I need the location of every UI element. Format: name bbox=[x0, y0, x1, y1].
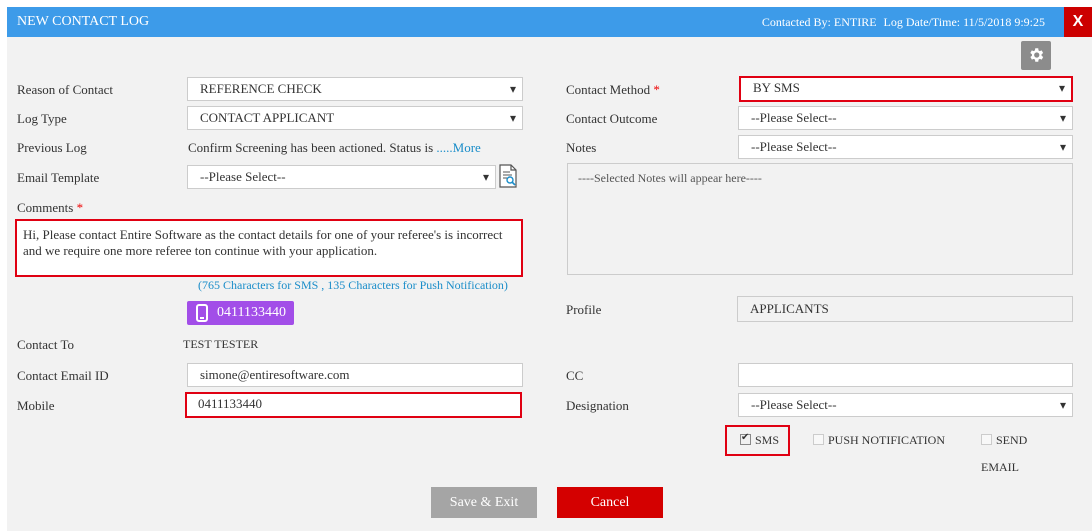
dialog-meta: Contacted By: ENTIRE Log Date/Time: 11/5… bbox=[758, 15, 1045, 30]
contact-method-label: Contact Method * bbox=[566, 82, 660, 98]
send-checkbox-label: SEND bbox=[996, 433, 1028, 447]
logtype-label: Log Type bbox=[17, 111, 67, 126]
previous-log-value: Confirm Screening has been actioned. Sta… bbox=[188, 140, 481, 156]
send-email-checkbox[interactable]: SEND bbox=[981, 433, 1027, 448]
cancel-button[interactable]: Cancel bbox=[557, 487, 663, 518]
char-count-info: (765 Characters for SMS , 135 Characters… bbox=[198, 278, 508, 292]
contact-to-label: Contact To bbox=[17, 337, 74, 352]
designation-label: Designation bbox=[566, 398, 629, 413]
phone-number-button[interactable]: 0411133440 bbox=[187, 301, 294, 325]
phone-number-text: 0411133440 bbox=[217, 305, 286, 320]
checkbox-icon bbox=[981, 434, 992, 445]
contact-outcome-label: Contact Outcome bbox=[566, 111, 658, 126]
push-notification-checkbox[interactable]: PUSH NOTIFICATION bbox=[813, 433, 945, 448]
required-marker: * bbox=[653, 82, 660, 97]
notes-label: Notes bbox=[566, 140, 597, 155]
dialog-titlebar: NEW CONTACT LOG Contacted By: ENTIRE Log… bbox=[7, 7, 1092, 37]
cc-label: CC bbox=[566, 368, 584, 383]
contact-email-label: Contact Email ID bbox=[17, 368, 109, 383]
contacted-by-text: Contacted By: ENTIRE bbox=[761, 15, 877, 29]
send-email-checkbox-label-2: EMAIL bbox=[981, 460, 1019, 474]
previous-log-label: Previous Log bbox=[17, 140, 87, 155]
notes-select[interactable]: --Please Select-- bbox=[738, 135, 1073, 159]
mobile-input[interactable]: 0411133440 bbox=[185, 392, 522, 418]
previous-log-more-link[interactable]: .....More bbox=[436, 140, 480, 155]
contact-method-select[interactable]: BY SMS bbox=[739, 76, 1073, 102]
cc-input[interactable] bbox=[738, 363, 1073, 387]
checkbox-icon bbox=[740, 432, 751, 445]
comments-textarea[interactable]: Hi, Please contact Entire Software as th… bbox=[15, 219, 523, 277]
selected-notes-area: ----Selected Notes will appear here---- bbox=[567, 163, 1073, 275]
close-icon: X bbox=[1072, 13, 1084, 30]
reason-select[interactable]: REFERENCE CHECK bbox=[187, 77, 523, 101]
email-template-select[interactable]: --Please Select-- bbox=[187, 165, 496, 189]
checkbox-icon bbox=[813, 434, 824, 445]
contact-email-input[interactable]: simone@entiresoftware.com bbox=[187, 363, 523, 387]
log-datetime-text: Log Date/Time: 11/5/2018 9:9:25 bbox=[883, 15, 1045, 29]
contact-method-label-text: Contact Method bbox=[566, 82, 651, 97]
settings-button[interactable] bbox=[1021, 41, 1051, 70]
profile-label: Profile bbox=[566, 302, 602, 317]
sms-checkbox-label: SMS bbox=[755, 433, 780, 447]
dialog-title: NEW CONTACT LOG bbox=[17, 14, 150, 29]
mobile-label: Mobile bbox=[17, 398, 55, 413]
gear-icon bbox=[1030, 48, 1044, 62]
comments-label-text: Comments bbox=[17, 200, 74, 215]
reason-label: Reason of Contact bbox=[17, 82, 114, 97]
previous-log-text: Confirm Screening has been actioned. Sta… bbox=[188, 140, 437, 155]
required-marker: * bbox=[76, 200, 84, 215]
contact-log-dialog: NEW CONTACT LOG Contacted By: ENTIRE Log… bbox=[7, 7, 1092, 531]
document-preview-icon[interactable] bbox=[498, 164, 518, 188]
push-checkbox-label: PUSH NOTIFICATION bbox=[828, 433, 946, 447]
save-exit-button[interactable]: Save & Exit bbox=[431, 487, 537, 518]
email-template-label: Email Template bbox=[17, 170, 100, 185]
profile-field: APPLICANTS bbox=[737, 296, 1073, 322]
mobile-phone-icon bbox=[196, 304, 208, 322]
close-button[interactable]: X bbox=[1064, 7, 1092, 37]
logtype-select[interactable]: CONTACT APPLICANT bbox=[187, 106, 523, 130]
contact-outcome-select[interactable]: --Please Select-- bbox=[738, 106, 1073, 130]
designation-select[interactable]: --Please Select-- bbox=[738, 393, 1073, 417]
sms-checkbox[interactable]: SMS bbox=[740, 432, 780, 448]
contact-to-value: TEST TESTER bbox=[183, 337, 259, 351]
comments-label: Comments * bbox=[17, 200, 83, 216]
